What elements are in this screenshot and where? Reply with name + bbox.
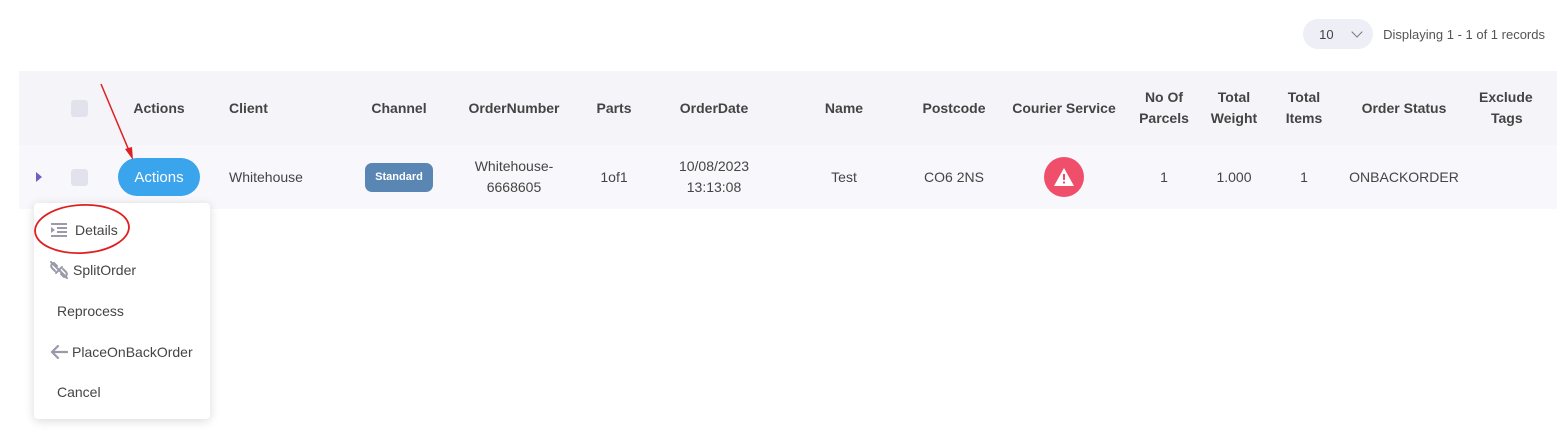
- menu-item-cancel[interactable]: Cancel: [34, 376, 233, 408]
- actions-button[interactable]: Actions: [118, 158, 200, 196]
- menu-item-place-on-back-order[interactable]: PlaceOnBackOrder: [34, 336, 225, 368]
- cell-name: Test: [831, 168, 857, 185]
- header-exclude-tags[interactable]: Exclude Tags: [1479, 71, 1557, 145]
- menu-item-label: SplitOrder: [73, 262, 137, 278]
- header-total-weight-line1: Total: [1217, 89, 1251, 105]
- header-exclude-tags-line2: Tags: [1491, 110, 1523, 126]
- channel-badge: Standard: [365, 162, 433, 192]
- menu-item-label: Reprocess: [57, 303, 124, 319]
- menu-item-details[interactable]: Details: [34, 214, 225, 246]
- table-row[interactable]: Actions Whitehouse Standard Whitehouse- …: [19, 145, 1557, 209]
- header-exclude-tags-line1: Exclude: [1479, 89, 1533, 105]
- row-select-cell: [69, 145, 89, 209]
- expand-row-icon[interactable]: [36, 172, 42, 182]
- cell-total-items: 1: [1300, 168, 1308, 185]
- actions-menu: Details SplitOrder Reprocess PlaceOnBack…: [34, 203, 210, 419]
- orders-table: Actions Client Channel OrderNumber Parts…: [19, 71, 1557, 209]
- cell-parts: 1of1: [600, 168, 628, 185]
- header-courier-service[interactable]: Courier Service: [1004, 71, 1124, 145]
- details-list-icon: [49, 220, 69, 240]
- header-total-weight-line2: Weight: [1210, 110, 1258, 126]
- chevron-down-icon: [1351, 26, 1363, 38]
- header-order-date[interactable]: OrderDate: [664, 71, 764, 145]
- page-size-value: 10: [1319, 26, 1334, 42]
- header-parts[interactable]: Parts: [584, 71, 644, 145]
- arrow-left-icon: [49, 342, 69, 362]
- expand-row-cell: [33, 145, 45, 209]
- select-all-cell: [69, 71, 89, 145]
- header-no-of-parcels-line1: No Of: [1144, 89, 1184, 105]
- menu-item-label: Details: [75, 222, 118, 238]
- row-checkbox[interactable]: [70, 168, 88, 186]
- page-size-select[interactable]: 10: [1303, 19, 1374, 49]
- records-status: Displaying 1 - 1 of 1 records: [1383, 26, 1545, 42]
- cell-order-date: 10/08/2023 13:13:08: [664, 145, 764, 209]
- header-postcode[interactable]: Postcode: [909, 71, 999, 145]
- order-grid-page: 10 Displaying 1 - 1 of 1 records Actions…: [0, 0, 1557, 445]
- cell-order-status: ONBACKORDER: [1349, 168, 1459, 185]
- cell-client: Whitehouse: [229, 168, 303, 185]
- header-actions[interactable]: Actions: [118, 71, 200, 145]
- unlink-icon: [49, 260, 69, 280]
- cell-courier-service: [1004, 145, 1124, 209]
- header-total-weight[interactable]: Total Weight: [1204, 71, 1264, 145]
- cell-total-weight: 1.000: [1216, 168, 1252, 185]
- menu-item-split-order[interactable]: SplitOrder: [34, 254, 225, 286]
- row-actions-cell: Actions: [118, 145, 200, 209]
- menu-item-label: Cancel: [57, 384, 101, 400]
- table-header: Actions Client Channel OrderNumber Parts…: [19, 71, 1557, 145]
- select-all-checkbox[interactable]: [70, 99, 88, 117]
- order-date-line2: 13:13:08: [686, 179, 742, 195]
- order-number-line1: Whitehouse-: [474, 158, 554, 174]
- cell-postcode: CO6 2NS: [924, 168, 984, 185]
- header-total-items[interactable]: Total Items: [1274, 71, 1334, 145]
- order-number-line2: 6668605: [486, 179, 542, 195]
- header-channel[interactable]: Channel: [359, 71, 439, 145]
- warning-icon[interactable]: [1044, 157, 1084, 197]
- cell-channel: Standard: [359, 145, 439, 209]
- header-client[interactable]: Client: [229, 71, 329, 145]
- header-order-status[interactable]: Order Status: [1344, 71, 1464, 145]
- menu-item-label: PlaceOnBackOrder: [72, 344, 193, 360]
- header-no-of-parcels-line2: Parcels: [1139, 110, 1189, 126]
- menu-item-reprocess[interactable]: Reprocess: [34, 295, 233, 327]
- header-name[interactable]: Name: [804, 71, 884, 145]
- header-total-items-line1: Total: [1287, 89, 1321, 105]
- pager: 10 Displaying 1 - 1 of 1 records: [1303, 19, 1545, 49]
- header-order-number[interactable]: OrderNumber: [459, 71, 569, 145]
- header-total-items-line2: Items: [1285, 110, 1323, 126]
- header-no-of-parcels[interactable]: No Of Parcels: [1134, 71, 1194, 145]
- annotation-overlay: [34, 83, 133, 254]
- cell-no-of-parcels: 1: [1160, 168, 1168, 185]
- order-date-line1: 10/08/2023: [678, 158, 750, 174]
- cell-order-number: Whitehouse- 6668605: [459, 145, 569, 209]
